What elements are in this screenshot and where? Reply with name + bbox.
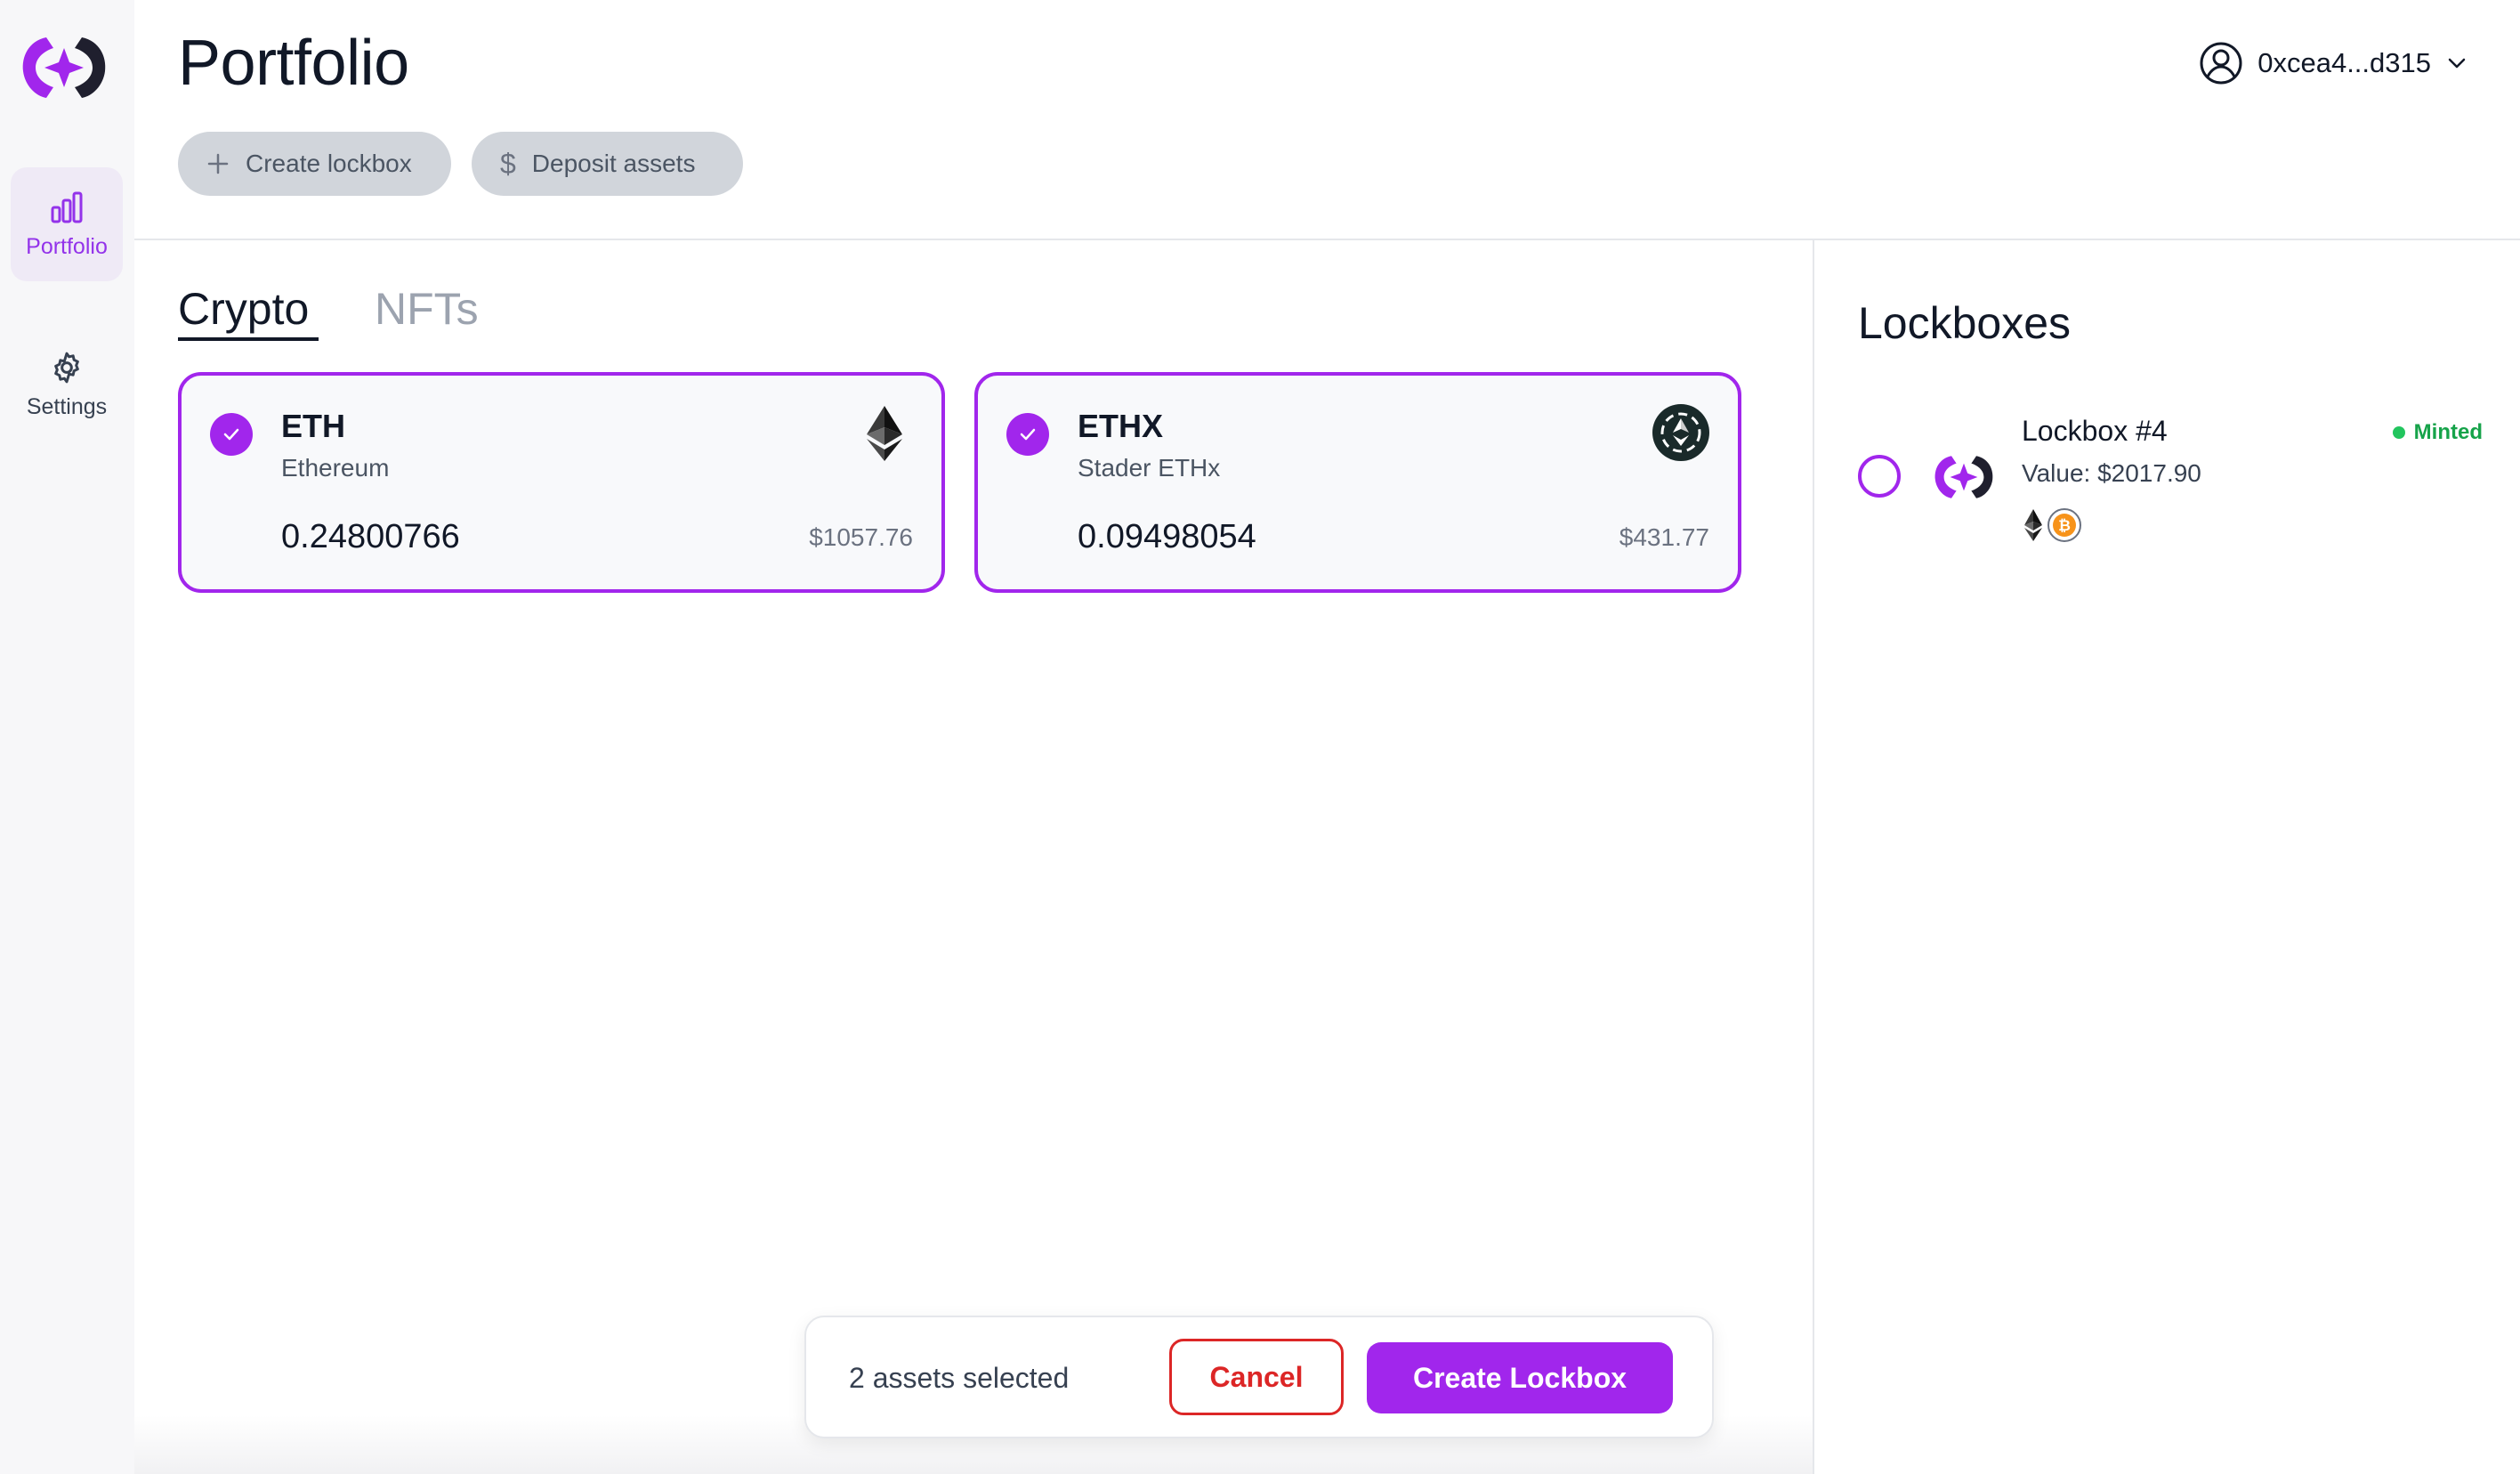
asset-name: Stader ETHx <box>1078 454 1221 482</box>
create-lockbox-button[interactable]: Create lockbox <box>178 132 451 196</box>
sidebar-item-portfolio[interactable]: Portfolio <box>11 167 123 281</box>
wallet-menu[interactable]: 0xcea4...d315 <box>2199 41 2468 85</box>
tab-crypto[interactable]: Crypto <box>178 283 309 335</box>
sidebar-item-label: Settings <box>26 393 108 419</box>
create-lockbox-submit-button[interactable]: Create Lockbox <box>1367 1342 1673 1413</box>
status-dot-icon <box>2392 426 2405 439</box>
selected-count: 2 assets selected <box>849 1362 1070 1394</box>
lockbox-asset-icons: ₿ <box>2022 507 2082 543</box>
user-icon <box>2200 42 2242 85</box>
asset-amount: 0.09498054 <box>1078 518 1256 555</box>
lockbox-select-radio[interactable] <box>1858 455 1901 498</box>
ethereum-icon <box>867 406 902 461</box>
deposit-assets-label: Deposit assets <box>531 150 696 177</box>
page-title: Portfolio <box>178 28 409 99</box>
panel-divider <box>1813 240 1814 1474</box>
selected-check-icon[interactable] <box>210 413 253 456</box>
header-divider <box>134 239 2520 240</box>
deposit-assets-button[interactable]: $ Deposit assets <box>472 132 743 196</box>
chevron-down-icon <box>2448 58 2466 69</box>
asset-name: Ethereum <box>281 454 390 482</box>
bitcoin-icon: ₿ <box>2048 508 2081 542</box>
lockboxes-title: Lockboxes <box>1858 298 2072 348</box>
svg-text:₿: ₿ <box>2058 517 2071 534</box>
sidebar-item-label: Portfolio <box>26 233 108 259</box>
dollar-icon: $ <box>500 147 516 180</box>
sidebar-item-settings[interactable]: Settings <box>11 328 123 441</box>
asset-symbol: ETH <box>281 408 345 444</box>
asset-card-ethx[interactable]: ETHX Stader ETHx 0.09498054 $431.77 <box>974 372 1741 593</box>
selection-bar: 2 assets selected Cancel Create Lockbox <box>804 1316 1714 1438</box>
lockbox-value: Value: $2017.90 <box>2022 459 2201 487</box>
plus-icon <box>207 153 229 174</box>
lockbox-name[interactable]: Lockbox #4 <box>2022 415 2168 448</box>
asset-amount: 0.24800766 <box>281 518 460 555</box>
create-lockbox-label: Create lockbox <box>246 150 412 177</box>
app-logo[interactable] <box>20 32 109 103</box>
status-label: Minted <box>2413 420 2483 444</box>
ethereum-icon <box>2024 509 2042 541</box>
asset-usd-value: $1057.76 <box>809 523 913 551</box>
asset-card-eth[interactable]: ETH Ethereum 0.24800766 $1057.76 <box>178 372 945 593</box>
sidebar: Portfolio Settings <box>0 0 134 1474</box>
wallet-address: 0xcea4...d315 <box>2258 47 2431 78</box>
gear-icon <box>54 352 79 383</box>
tab-nfts[interactable]: NFTs <box>375 283 479 335</box>
lockbox-logo <box>1934 456 1993 498</box>
active-tab-indicator <box>178 337 319 341</box>
selected-check-icon[interactable] <box>1006 413 1049 456</box>
cancel-button[interactable]: Cancel <box>1169 1339 1344 1415</box>
ethx-icon <box>1652 404 1709 461</box>
status-badge: Minted <box>2392 420 2483 445</box>
asset-symbol: ETHX <box>1078 408 1164 444</box>
asset-usd-value: $431.77 <box>1619 523 1709 551</box>
bar-chart-icon <box>51 191 83 223</box>
